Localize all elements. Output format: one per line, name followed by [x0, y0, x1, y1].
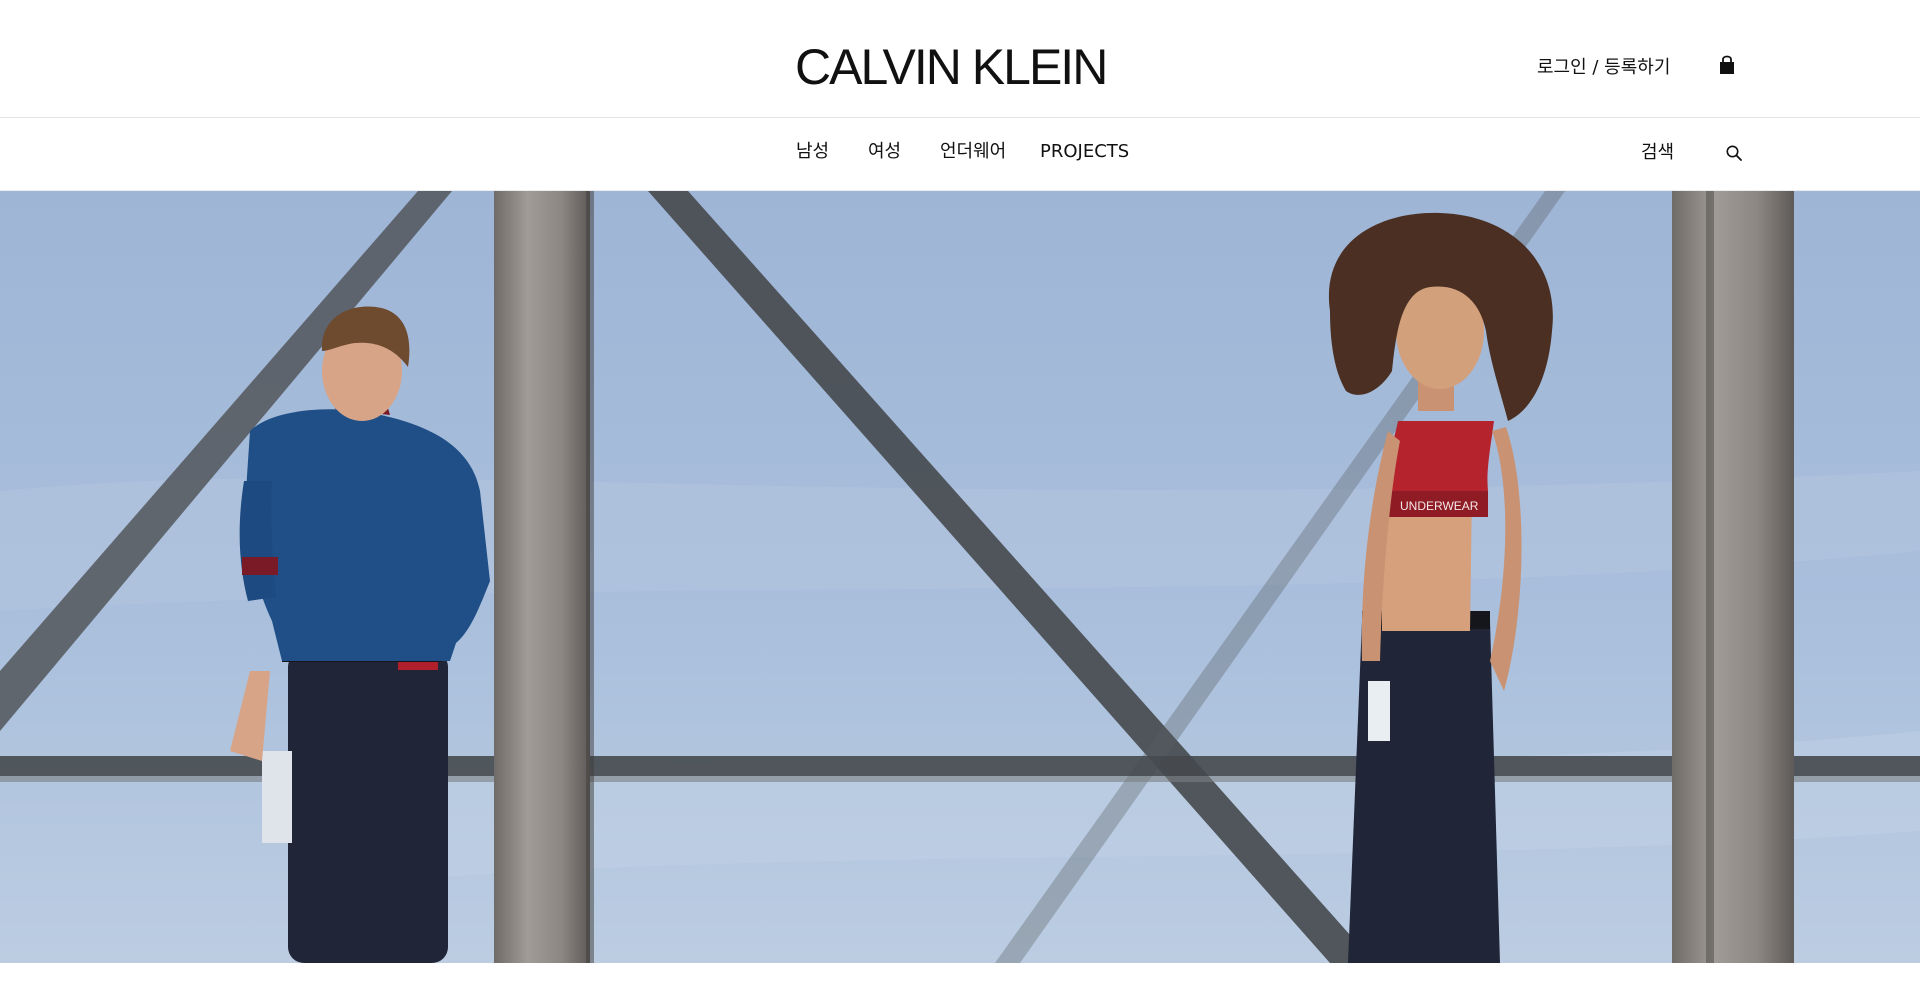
page-content-area [0, 963, 1920, 996]
top-header: CALVIN KLEIN 로그인 / 등록하기 [0, 0, 1920, 118]
hero-banner[interactable]: UNDERWEAR [0, 191, 1920, 963]
login-register-link[interactable]: 로그인 / 등록하기 [1537, 56, 1670, 80]
shopping-bag-icon[interactable] [1716, 55, 1738, 77]
nav-item-underwear[interactable]: 언더웨어 [940, 140, 1006, 164]
search-link[interactable]: 검색 [1641, 141, 1674, 165]
hero-image: UNDERWEAR [0, 191, 1920, 963]
bra-band-text: UNDERWEAR [1400, 499, 1479, 513]
main-navigation: 남성 여성 언더웨어 PROJECTS 검색 [0, 118, 1920, 191]
nav-item-projects[interactable]: PROJECTS [1040, 140, 1129, 164]
search-icon[interactable] [1725, 144, 1743, 162]
nav-item-women[interactable]: 여성 [868, 140, 901, 164]
brand-logo[interactable]: CALVIN KLEIN [795, 42, 1108, 92]
nav-item-men[interactable]: 남성 [796, 140, 829, 164]
